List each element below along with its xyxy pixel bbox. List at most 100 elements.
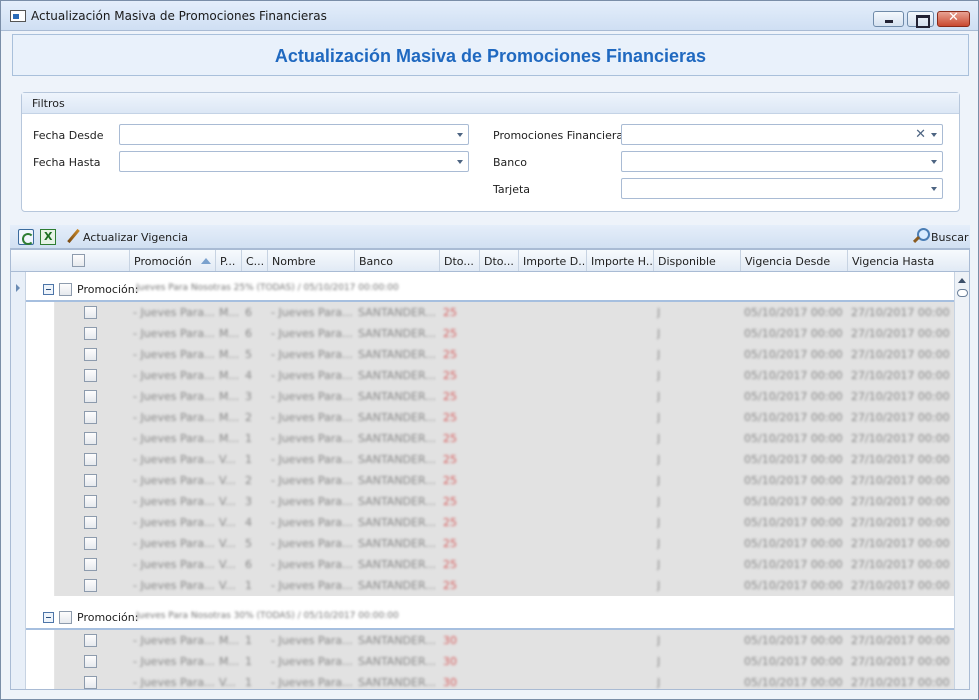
table-cell: 05/10/2017 00:00 <box>744 306 843 319</box>
table-cell: 25 <box>443 474 457 487</box>
column-header[interactable]: Vigencia Hasta <box>847 250 954 271</box>
column-header[interactable]: Nombre <box>267 250 354 271</box>
column-header[interactable]: Disponible <box>653 250 740 271</box>
pencil-icon[interactable] <box>66 228 82 244</box>
table-row[interactable]: - Jueves Para... V... 3 - Jueves Para... SAN… <box>55 491 954 512</box>
search-button[interactable]: Buscar <box>931 231 969 244</box>
table-cell: - Jueves Para... <box>133 655 215 668</box>
row-checkbox[interactable] <box>84 579 97 592</box>
table-row[interactable]: - Jueves Para... M... 2 - Jueves Para... SAN… <box>55 407 954 428</box>
group-row[interactable]: Promoción: Jueves Para Nosotras 25% (TODA… <box>26 276 954 302</box>
table-row[interactable]: - Jueves Para... V... 2 - Jueves Para... SAN… <box>55 470 954 491</box>
column-header[interactable]: Dto... <box>439 250 479 271</box>
table-row[interactable]: - Jueves Para... M... 6 - Jueves Para... SAN… <box>55 302 954 323</box>
column-header[interactable]: P... <box>215 250 241 271</box>
table-cell: J <box>657 655 661 668</box>
row-checkbox[interactable] <box>84 327 97 340</box>
table-cell: - Jueves Para... <box>271 474 353 487</box>
group-checkbox[interactable] <box>59 611 72 624</box>
table-cell: - Jueves Para... <box>133 516 215 529</box>
minimize-button[interactable] <box>873 11 904 27</box>
row-checkbox[interactable] <box>84 432 97 445</box>
row-checkbox[interactable] <box>84 411 97 424</box>
chevron-down-icon[interactable] <box>931 160 937 164</box>
chevron-down-icon[interactable] <box>457 133 463 137</box>
table-row[interactable]: - Jueves Para... V... 6 - Jueves Para... SAN… <box>55 554 954 575</box>
chevron-down-icon[interactable] <box>931 133 937 137</box>
row-checkbox[interactable] <box>84 348 97 361</box>
row-checkbox[interactable] <box>84 634 97 647</box>
row-checkbox[interactable] <box>84 474 97 487</box>
chevron-down-icon[interactable] <box>931 187 937 191</box>
collapse-icon[interactable] <box>43 284 54 295</box>
table-cell: 1 <box>245 676 252 689</box>
table-row[interactable]: - Jueves Para... M... 4 - Jueves Para... SAN… <box>55 365 954 386</box>
title-bar[interactable]: Actualización Masiva de Promociones Fina… <box>1 1 978 31</box>
table-cell: J <box>657 348 661 361</box>
table-row[interactable]: - Jueves Para... V... 4 - Jueves Para... SAN… <box>55 512 954 533</box>
column-header[interactable]: Importe H... <box>586 250 653 271</box>
column-header[interactable]: Dto... <box>479 250 518 271</box>
table-row[interactable]: - Jueves Para... M... 3 - Jueves Para... SAN… <box>55 386 954 407</box>
column-header[interactable]: Banco <box>354 250 439 271</box>
group-indent <box>26 470 55 491</box>
row-checkbox[interactable] <box>84 655 97 668</box>
table-cell: 27/10/2017 00:00 <box>851 348 950 361</box>
row-checkbox[interactable] <box>84 495 97 508</box>
vertical-scrollbar[interactable] <box>954 272 969 689</box>
fecha-hasta-combo[interactable] <box>119 151 469 172</box>
promociones-combo[interactable]: ✕ <box>621 124 943 145</box>
table-row[interactable]: - Jueves Para... V... 5 - Jueves Para... SAN… <box>55 533 954 554</box>
table-row[interactable]: - Jueves Para... M... 1 - Jueves Para... SAN… <box>55 630 954 651</box>
column-header[interactable]: Vigencia Desde <box>740 250 847 271</box>
table-cell: 25 <box>443 327 457 340</box>
table-cell: 05/10/2017 00:00 <box>744 369 843 382</box>
table-row[interactable]: - Jueves Para... M... 1 - Jueves Para... SAN… <box>55 651 954 672</box>
table-cell: M... <box>219 634 239 647</box>
maximize-button[interactable] <box>907 11 934 28</box>
chevron-down-icon[interactable] <box>457 160 463 164</box>
banco-combo[interactable] <box>621 151 943 172</box>
column-header[interactable]: Importe D... <box>518 250 586 271</box>
collapse-icon[interactable] <box>43 612 54 623</box>
group-row[interactable]: Promoción: Jueves Para Nosotras 30% (TODA… <box>26 604 954 630</box>
table-cell: 27/10/2017 00:00 <box>851 411 950 424</box>
table-row[interactable]: - Jueves Para... V... 1 - Jueves Para... SAN… <box>55 672 954 689</box>
row-checkbox[interactable] <box>84 537 97 550</box>
update-vigencia-button[interactable]: Actualizar Vigencia <box>83 231 188 244</box>
table-cell: 27/10/2017 00:00 <box>851 676 950 689</box>
table-cell: - Jueves Para... <box>133 369 215 382</box>
select-all-checkbox[interactable] <box>72 254 85 267</box>
column-header[interactable]: C... <box>241 250 267 271</box>
refresh-icon[interactable] <box>18 229 34 245</box>
row-checkbox[interactable] <box>84 676 97 689</box>
table-cell: 27/10/2017 00:00 <box>851 495 950 508</box>
table-row[interactable]: - Jueves Para... V... 1 - Jueves Para... SAN… <box>55 449 954 470</box>
search-icon[interactable] <box>913 228 930 242</box>
tarjeta-combo[interactable] <box>621 178 943 199</box>
clear-icon[interactable]: ✕ <box>915 127 926 142</box>
row-checkbox[interactable] <box>84 453 97 466</box>
table-cell: 27/10/2017 00:00 <box>851 516 950 529</box>
fecha-desde-combo[interactable] <box>119 124 469 145</box>
row-checkbox[interactable] <box>84 369 97 382</box>
close-button[interactable]: ✕ <box>937 10 970 27</box>
sort-ascending-icon <box>201 258 211 264</box>
table-cell: 27/10/2017 00:00 <box>851 634 950 647</box>
row-checkbox[interactable] <box>84 306 97 319</box>
table-row[interactable]: - Jueves Para... M... 1 - Jueves Para... SAN… <box>55 428 954 449</box>
scroll-up-icon[interactable] <box>958 278 966 283</box>
row-checkbox[interactable] <box>84 516 97 529</box>
table-row[interactable]: - Jueves Para... M... 6 - Jueves Para... SAN… <box>55 323 954 344</box>
table-cell: 05/10/2017 00:00 <box>744 327 843 340</box>
table-cell: - Jueves Para... <box>133 411 215 424</box>
table-row[interactable]: - Jueves Para... M... 5 - Jueves Para... SAN… <box>55 344 954 365</box>
scroll-thumb[interactable] <box>957 289 968 297</box>
excel-export-icon[interactable] <box>40 229 56 245</box>
group-checkbox[interactable] <box>59 283 72 296</box>
row-checkbox[interactable] <box>84 558 97 571</box>
row-checkbox[interactable] <box>84 390 97 403</box>
table-cell: 25 <box>443 369 457 382</box>
table-row[interactable]: - Jueves Para... V... 1 - Jueves Para... SAN… <box>55 575 954 596</box>
row-selector-column <box>11 272 26 689</box>
